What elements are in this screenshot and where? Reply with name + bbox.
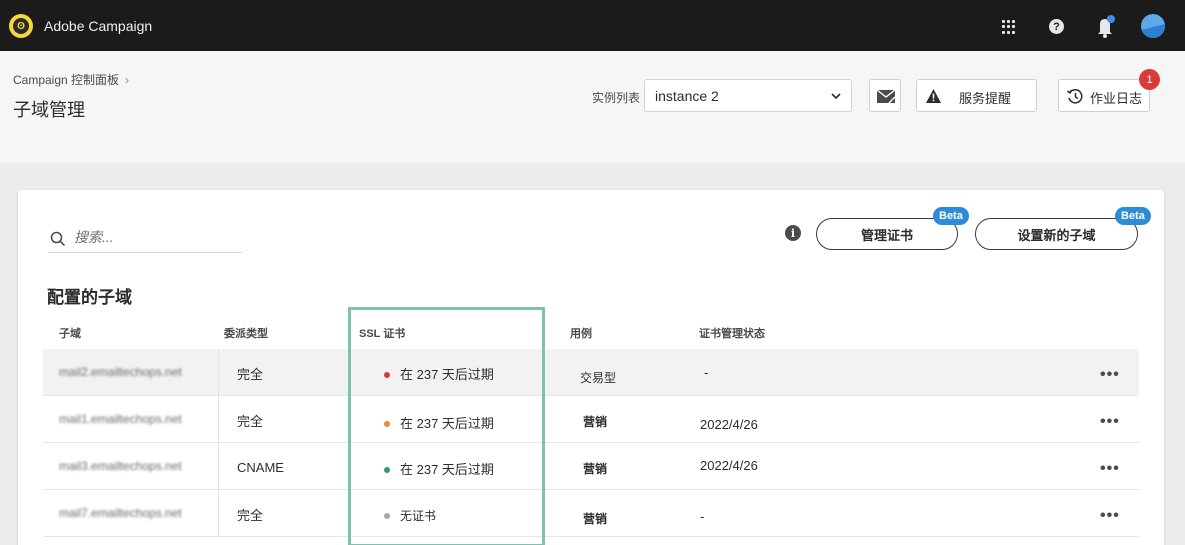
- search-box[interactable]: [48, 224, 242, 253]
- cert-status-cell: 2022/4/26: [700, 417, 758, 432]
- table-row[interactable]: mail1.emailtechops.net 完全 在 237 天后过期 营销 …: [43, 396, 1139, 443]
- column-header-delegation[interactable]: 委派类型: [224, 325, 268, 341]
- job-log-count-badge: 1: [1139, 69, 1160, 90]
- column-header-use-case[interactable]: 用例: [570, 325, 592, 341]
- delegation-cell: 完全: [237, 508, 264, 523]
- column-divider: [218, 443, 219, 489]
- user-avatar[interactable]: [1141, 14, 1165, 38]
- table-row[interactable]: mail3.emailtechops.net CNAME 在 237 天后过期 …: [43, 443, 1139, 490]
- instance-select[interactable]: instance 2: [644, 79, 852, 112]
- mail-icon: [876, 89, 896, 104]
- column-divider: [218, 490, 219, 536]
- service-alerts-button[interactable]: 服务提醒: [916, 79, 1037, 112]
- email-alerts-button[interactable]: [869, 79, 901, 112]
- table-row[interactable]: mail2.emailtechops.net 完全 在 237 天后过期 交易型…: [43, 349, 1139, 396]
- use-case-cell: 营销: [583, 415, 608, 429]
- use-case-cell: 营销: [583, 462, 608, 476]
- cert-status-cell: -: [700, 509, 705, 524]
- subdomain-cell: mail3.emailtechops.net: [59, 459, 182, 473]
- page-title: 子域管理: [13, 100, 85, 120]
- job-log-label: 作业日志: [1090, 91, 1143, 106]
- search-input[interactable]: [74, 226, 234, 248]
- use-case-cell: 交易型: [580, 371, 617, 385]
- info-icon[interactable]: i: [785, 225, 801, 241]
- delegation-cell: CNAME: [237, 460, 284, 475]
- ssl-column-highlight: [348, 307, 545, 545]
- beta-badge: Beta: [933, 207, 969, 225]
- search-icon: [50, 231, 66, 247]
- help-icon[interactable]: ?: [1049, 19, 1064, 34]
- page-header: Campaign 控制面板 › 子域管理 实例列表 instance 2 服务提醒…: [0, 51, 1185, 163]
- setup-new-subdomain-button[interactable]: 设置新的子域: [975, 218, 1138, 250]
- breadcrumb-chevron-icon: ›: [125, 73, 130, 87]
- apps-grid-icon[interactable]: [1002, 20, 1016, 34]
- warning-icon: [926, 89, 941, 103]
- table-row[interactable]: mail7.emailtechops.net 完全 无证书 营销 - •••: [43, 490, 1139, 537]
- more-actions-icon[interactable]: •••: [1100, 366, 1120, 384]
- section-title: 配置的子域: [47, 288, 132, 307]
- breadcrumb-link[interactable]: Campaign 控制面板: [13, 73, 119, 87]
- top-bar: ʘ Adobe Campaign ?: [0, 0, 1185, 51]
- use-case-cell: 营销: [583, 512, 608, 526]
- column-header-subdomain[interactable]: 子域: [59, 325, 81, 341]
- more-actions-icon[interactable]: •••: [1100, 460, 1120, 478]
- subdomain-cell: mail7.emailtechops.net: [59, 506, 182, 520]
- column-divider: [218, 396, 219, 442]
- instance-list-label: 实例列表: [592, 91, 641, 105]
- instance-select-value: instance 2: [655, 88, 719, 104]
- breadcrumb[interactable]: Campaign 控制面板 ›: [13, 71, 129, 88]
- service-alerts-label: 服务提醒: [959, 91, 1012, 106]
- app-title[interactable]: Adobe Campaign: [44, 18, 152, 34]
- column-header-cert-status[interactable]: 证书管理状态: [699, 325, 765, 341]
- notification-bell-icon[interactable]: [1094, 14, 1116, 38]
- more-actions-icon[interactable]: •••: [1100, 413, 1120, 431]
- history-clock-icon: [1067, 89, 1083, 104]
- subdomain-cell: mail2.emailtechops.net: [59, 365, 182, 379]
- column-divider: [218, 349, 219, 395]
- subdomains-card: i 管理证书 Beta 设置新的子域 Beta 配置的子域 子域 委派类型 SS…: [18, 190, 1164, 545]
- subdomain-cell: mail1.emailtechops.net: [59, 412, 182, 426]
- cert-status-cell: 2022/4/26: [700, 458, 758, 473]
- beta-badge: Beta: [1115, 207, 1151, 225]
- delegation-cell: 完全: [237, 367, 264, 382]
- delegation-cell: 完全: [237, 414, 264, 429]
- chevron-down-icon: [831, 93, 841, 100]
- adobe-campaign-logo-icon[interactable]: ʘ: [9, 14, 33, 38]
- cert-status-cell: -: [704, 365, 709, 380]
- more-actions-icon[interactable]: •••: [1100, 507, 1120, 525]
- job-log-button[interactable]: 作业日志: [1058, 79, 1150, 112]
